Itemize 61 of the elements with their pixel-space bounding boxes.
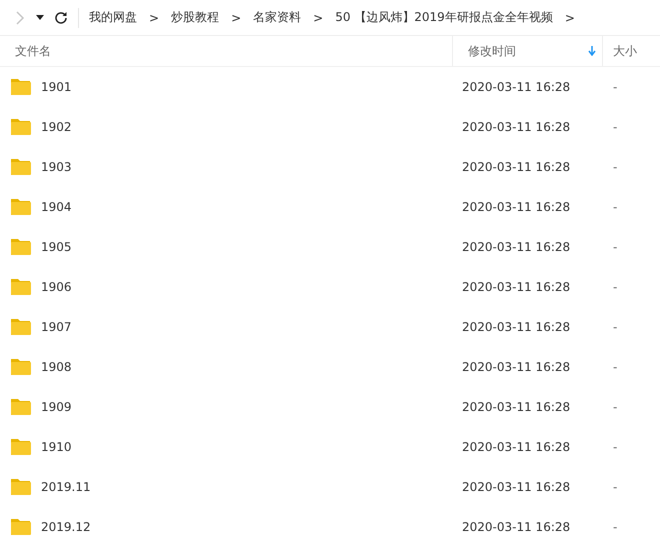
column-header[interactable]: 文件名 (0, 36, 453, 66)
dropdown-button[interactable] (36, 14, 44, 20)
modified-time: 2020-03-11 16:28 (461, 280, 572, 294)
file-size: - (612, 480, 618, 494)
file-size: - (612, 280, 618, 294)
file-size: - (612, 520, 618, 534)
breadcrumb-separator: > (230, 10, 242, 24)
folder-icon (10, 158, 31, 176)
file-size: - (612, 400, 618, 414)
modified-time: 2020-03-11 16:28 (461, 360, 572, 374)
modified-time: 2020-03-11 16:28 (461, 160, 572, 174)
breadcrumb-separator: > (312, 10, 324, 24)
column-header[interactable]: 修改时间 (453, 36, 603, 66)
folder-icon (10, 278, 31, 296)
file-name[interactable]: 1907 (41, 320, 72, 334)
folder-icon (10, 358, 31, 376)
file-size: - (612, 240, 618, 254)
folder-icon (10, 198, 31, 216)
column-header[interactable]: 大小 (603, 36, 660, 66)
file-size: - (612, 80, 618, 94)
folder-icon (10, 238, 31, 256)
breadcrumb-separator: > (564, 10, 576, 24)
file-size: - (612, 120, 618, 134)
folder-icon (10, 478, 31, 496)
modified-time: 2020-03-11 16:28 (461, 80, 572, 94)
folder-icon (10, 318, 31, 336)
file-name[interactable]: 1910 (41, 440, 72, 454)
file-name[interactable]: 2019.12 (41, 520, 91, 534)
modified-time: 2020-03-11 16:28 (461, 120, 572, 134)
file-size: - (612, 320, 618, 334)
file-size: - (612, 160, 618, 174)
modified-time: 2020-03-11 16:28 (461, 200, 572, 214)
file-name[interactable]: 1909 (41, 400, 72, 414)
modified-time: 2020-03-11 16:28 (461, 240, 572, 254)
modified-time: 2020-03-11 16:28 (461, 320, 572, 334)
modified-time: 2020-03-11 16:28 (461, 400, 572, 414)
folder-icon (10, 398, 31, 416)
breadcrumb-separator: > (148, 10, 160, 24)
modified-time: 2020-03-11 16:28 (461, 440, 572, 454)
breadcrumb-item[interactable]: 炒股教程 (171, 9, 220, 26)
file-name[interactable]: 1904 (41, 200, 72, 214)
file-name[interactable]: 1901 (41, 80, 72, 94)
file-name[interactable]: 2019.11 (41, 480, 91, 494)
file-name[interactable]: 1906 (41, 280, 72, 294)
breadcrumb-item[interactable]: 我的网盘 (89, 9, 137, 26)
folder-icon (10, 118, 31, 136)
modified-time: 2020-03-11 16:28 (461, 520, 572, 534)
folder-icon (10, 78, 31, 96)
file-size: - (612, 440, 618, 454)
file-name[interactable]: 1902 (41, 120, 72, 134)
file-size: - (612, 200, 618, 214)
file-name[interactable]: 1903 (41, 160, 72, 174)
file-size: - (612, 360, 618, 374)
folder-icon (10, 438, 31, 456)
breadcrumb-item[interactable]: 名家资料 (253, 9, 302, 26)
folder-icon (10, 518, 31, 536)
file-name[interactable]: 1905 (41, 240, 72, 254)
breadcrumb-item[interactable]: 50 【边风炜】2019年研报点金全年视频 (335, 9, 553, 26)
modified-time: 2020-03-11 16:28 (461, 480, 572, 494)
refresh-button[interactable] (54, 10, 68, 24)
file-name[interactable]: 1908 (41, 360, 72, 374)
